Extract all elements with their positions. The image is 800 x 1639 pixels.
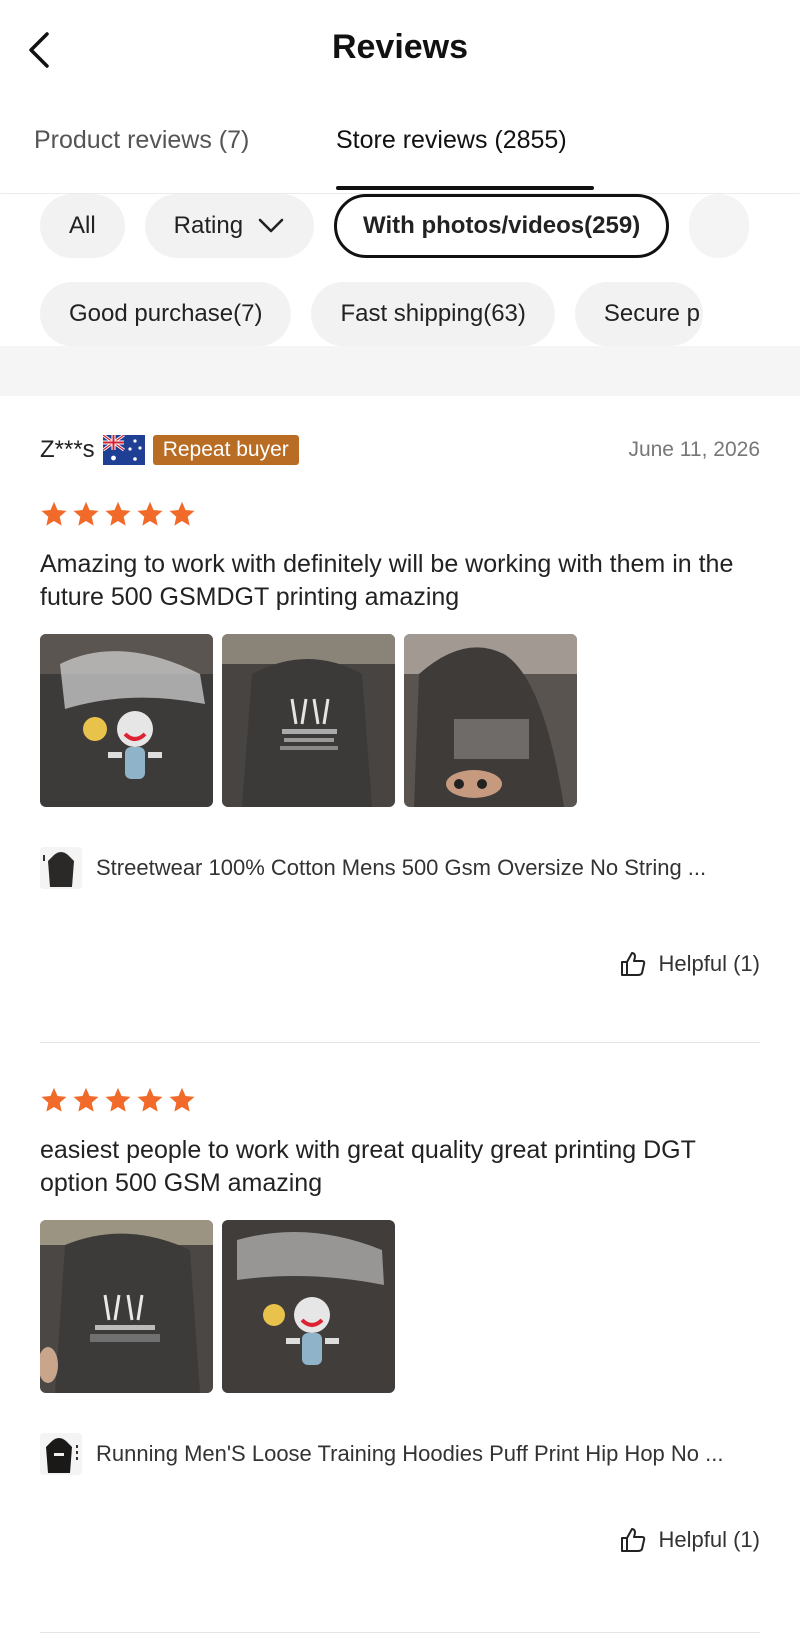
product-name: Running Men'S Loose Training Hoodies Puf… <box>96 1441 724 1466</box>
review-photo[interactable] <box>404 634 577 807</box>
product-thumbnail <box>40 1433 82 1475</box>
review-photo[interactable] <box>222 634 395 807</box>
review-date: June 11, 2026 <box>628 438 760 461</box>
filter-chip-all[interactable]: All <box>40 194 125 258</box>
review-photo[interactable] <box>40 634 213 807</box>
helpful-button[interactable]: Helpful (1) <box>619 950 760 978</box>
review-text: Amazing to work with definitely will be … <box>40 550 734 611</box>
thumbs-up-icon <box>620 1528 645 1552</box>
chip-label: Secure p <box>603 300 700 327</box>
helpful-label: Helpful (1) <box>658 1527 760 1552</box>
star-icon <box>137 1087 163 1112</box>
header: Reviews <box>0 0 800 100</box>
review-photos <box>40 634 760 807</box>
review-divider <box>40 1042 760 1043</box>
star-rating <box>40 496 760 532</box>
page-title: Reviews <box>331 28 469 66</box>
repeat-buyer-badge: Repeat buyer <box>152 435 299 465</box>
star-rating <box>40 1082 760 1118</box>
star-icon <box>105 501 131 526</box>
chevron-down-icon <box>258 218 284 233</box>
product-thumbnail <box>40 847 82 889</box>
chip-label: With photos/videos(259) <box>363 212 641 239</box>
thumbs-up-icon <box>620 952 645 976</box>
review-photo[interactable] <box>222 1220 395 1393</box>
filter-row-tags: Good purchase(7) Fast shipping(63) Secur… <box>40 282 703 346</box>
chip-label: All <box>69 212 96 239</box>
helpful-button[interactable]: Helpful (1) <box>619 1526 760 1554</box>
helpful-label: Helpful (1) <box>658 951 760 976</box>
active-tab-indicator <box>336 186 594 190</box>
star-icon <box>169 501 195 526</box>
scroll-fade <box>758 194 800 346</box>
reviewed-product-link[interactable]: Running Men'S Loose Training Hoodies Puf… <box>40 1431 760 1477</box>
star-icon <box>73 1087 99 1112</box>
reviewer-name: Z***s <box>40 436 95 463</box>
filter-chip-secure[interactable]: Secure p <box>574 282 703 346</box>
filter-chip-fast-shipping[interactable]: Fast shipping(63) <box>311 282 555 346</box>
star-icon <box>137 501 163 526</box>
filter-row-primary: All Rating With photos/videos(259) <box>40 194 750 258</box>
review-text: easiest people to work with great qualit… <box>40 1136 696 1197</box>
review-card: easiest people to work with great qualit… <box>40 1082 760 1633</box>
filter-chip-overflow[interactable] <box>689 194 750 258</box>
star-icon <box>105 1087 131 1112</box>
chip-label: Good purchase(7) <box>69 300 263 327</box>
filter-chip-rating[interactable]: Rating <box>144 194 315 258</box>
filter-chip-with-photos[interactable]: With photos/videos(259) <box>334 194 670 258</box>
review-tabs: Product reviews (7) Store reviews (2855) <box>0 110 800 194</box>
review-card: Z***s Repeat buyer June 11, 2026 Amazing… <box>40 430 760 1043</box>
star-icon <box>169 1087 195 1112</box>
reviewed-product-link[interactable]: Streetwear 100% Cotton Mens 500 Gsm Over… <box>40 845 760 891</box>
section-divider <box>0 346 800 396</box>
chip-label: Rating <box>173 212 244 239</box>
review-divider <box>40 1632 760 1633</box>
star-icon <box>41 1087 67 1112</box>
australia-flag-icon <box>102 435 145 465</box>
star-icon <box>73 501 99 526</box>
filter-chip-good-purchase[interactable]: Good purchase(7) <box>40 282 292 346</box>
filter-bar: All Rating With photos/videos(259) Good … <box>0 194 800 346</box>
tab-store-reviews[interactable]: Store reviews (2855) <box>336 126 567 155</box>
product-name: Streetwear 100% Cotton Mens 500 Gsm Over… <box>96 855 707 880</box>
chip-label: Fast shipping(63) <box>340 300 526 327</box>
review-photo[interactable] <box>40 1220 213 1393</box>
review-photos <box>40 1220 760 1393</box>
tab-product-reviews[interactable]: Product reviews (7) <box>34 126 249 155</box>
star-icon <box>41 501 67 526</box>
